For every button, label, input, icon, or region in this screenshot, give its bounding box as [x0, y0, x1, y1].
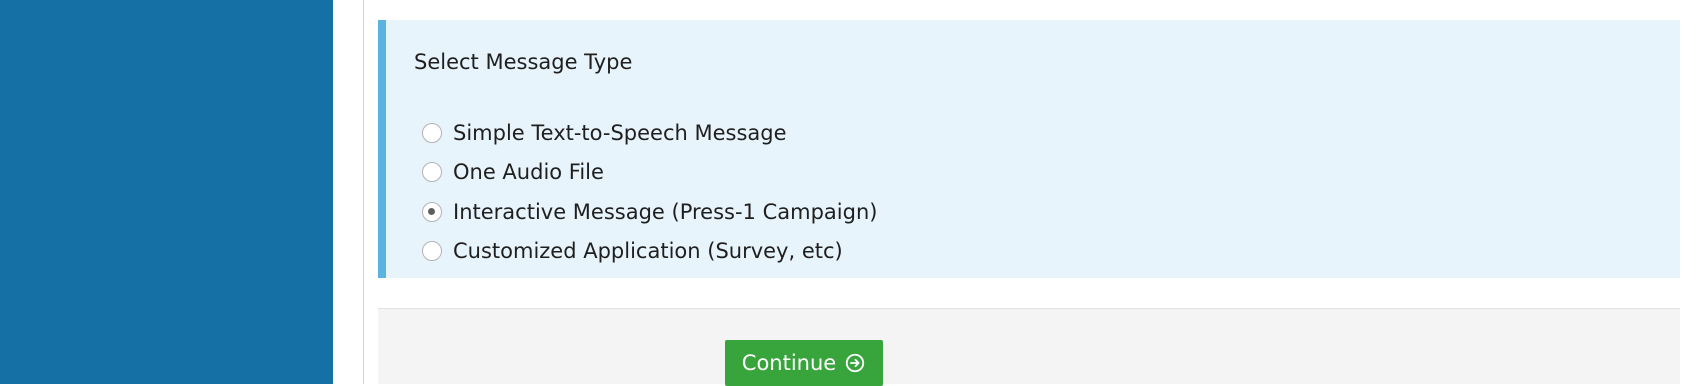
- message-type-option-one-audio-file[interactable]: One Audio File: [422, 157, 604, 187]
- message-type-title: Select Message Type: [414, 50, 633, 74]
- continue-label: Continue: [741, 351, 837, 375]
- left-sidebar: [0, 0, 333, 384]
- option-label-simple-tts: Simple Text-to-Speech Message: [453, 120, 787, 145]
- radio-button-interactive-message[interactable]: [422, 202, 442, 222]
- radio-button-customized-application[interactable]: [422, 241, 442, 261]
- radio-button-one-audio-file[interactable]: [422, 162, 442, 182]
- radio-button-simple-tts[interactable]: [422, 123, 442, 143]
- message-type-option-interactive-message[interactable]: Interactive Message (Press-1 Campaign): [422, 197, 877, 227]
- arrow-right-circle-icon: [846, 353, 865, 373]
- option-label-one-audio-file: One Audio File: [453, 159, 604, 184]
- message-type-option-customized-application[interactable]: Customized Application (Survey, etc): [422, 236, 843, 266]
- message-type-option-simple-tts[interactable]: Simple Text-to-Speech Message: [422, 118, 787, 148]
- option-label-customized-application: Customized Application (Survey, etc): [453, 238, 843, 263]
- content-border: [363, 0, 364, 384]
- message-type-panel: Select Message Type Simple Text-to-Speec…: [378, 20, 1680, 278]
- option-label-interactive-message: Interactive Message (Press-1 Campaign): [453, 199, 878, 224]
- continue-button[interactable]: Continue: [725, 340, 883, 386]
- form-actions: Continue: [378, 308, 1680, 386]
